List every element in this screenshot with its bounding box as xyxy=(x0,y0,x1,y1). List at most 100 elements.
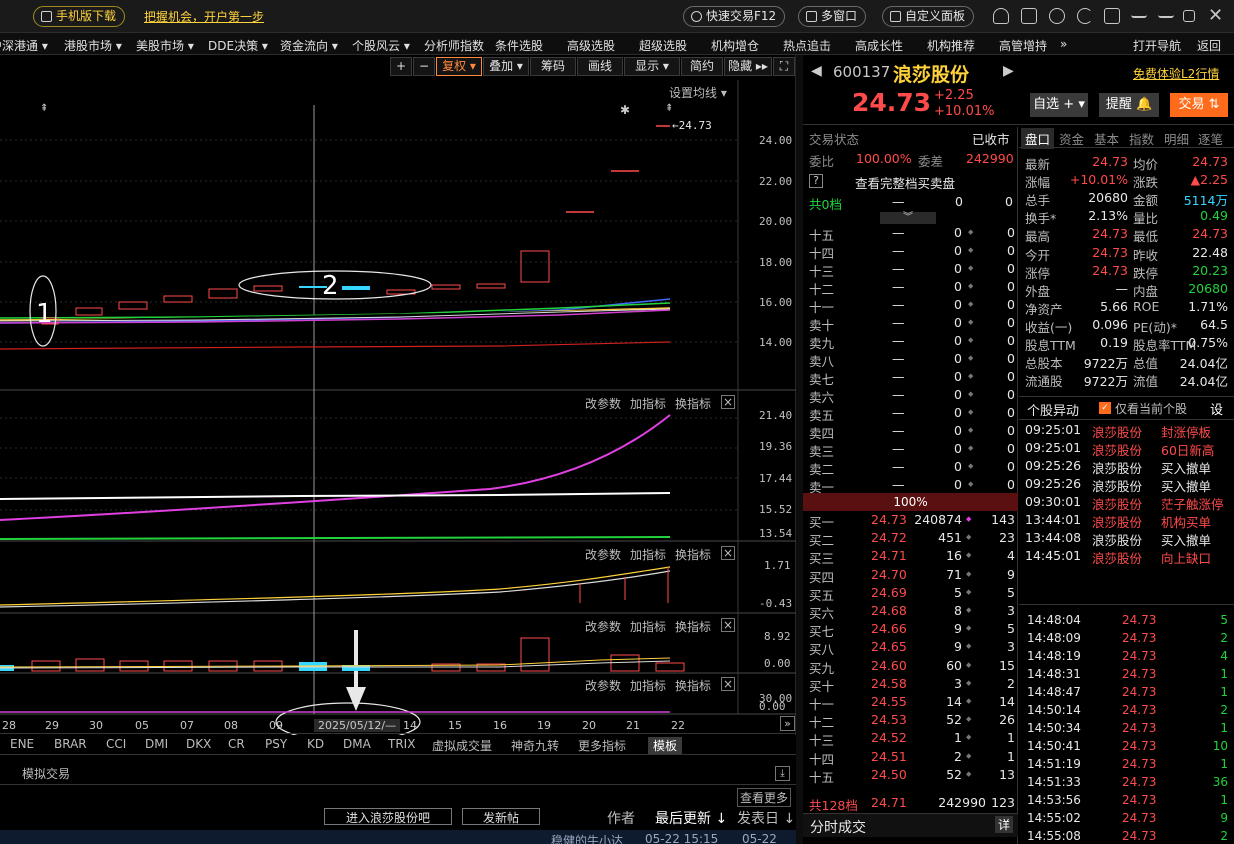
indicator-tab[interactable]: TRIX xyxy=(388,737,415,751)
nav-item[interactable]: 个股风云 ▾ xyxy=(352,37,410,54)
change-param-button[interactable]: 改参数 xyxy=(585,395,621,412)
nav-item[interactable]: 热点追击 xyxy=(783,37,831,54)
nav-item[interactable]: 美股市场 ▾ xyxy=(136,37,194,54)
chips-button[interactable]: 筹码 xyxy=(530,57,576,76)
see-more-button[interactable]: 查看更多 xyxy=(737,788,792,807)
switch-indicator-button[interactable]: 换指标 xyxy=(675,546,711,563)
post-date-column[interactable]: 发表日 ↓ xyxy=(737,808,795,828)
full-book-link[interactable]: 查看完整档买卖盘 xyxy=(855,173,955,192)
indicator-tab[interactable]: 更多指标 xyxy=(578,737,626,754)
skin-icon[interactable] xyxy=(1104,8,1120,24)
user-icon[interactable] xyxy=(993,8,1009,24)
new-post-button[interactable]: 发新帖 xyxy=(462,808,540,825)
simple-button[interactable]: 简约 xyxy=(681,57,723,76)
nav-more[interactable]: » xyxy=(1060,37,1067,51)
indicator-tab[interactable]: DMI xyxy=(145,737,168,751)
switch-indicator-button[interactable]: 换指标 xyxy=(675,395,711,412)
hide-button[interactable]: 隐藏 ▸▸ xyxy=(724,57,772,76)
fenshi-detail-button[interactable]: 详 xyxy=(995,816,1014,833)
tab-tick[interactable]: 逐笔 xyxy=(1198,129,1223,148)
tab-basic[interactable]: 基本 xyxy=(1094,129,1119,148)
tab-pankou[interactable]: 盘口 xyxy=(1021,128,1055,149)
nav-item[interactable]: 超级选股 xyxy=(639,37,687,54)
quick-trade-button[interactable]: 快速交易F12 xyxy=(683,6,786,27)
event-marker-icon[interactable]: ⇞ xyxy=(665,103,673,114)
restore-icon[interactable] xyxy=(1183,10,1195,22)
nav-item[interactable]: 机构增仓 xyxy=(711,37,759,54)
change-param-button[interactable]: 改参数 xyxy=(585,546,621,563)
nav-item[interactable]: 高级选股 xyxy=(567,37,615,54)
indicator-tab[interactable]: 神奇九转 xyxy=(511,737,559,754)
star-marker-icon[interactable]: ✱ xyxy=(620,103,630,117)
nav-item[interactable]: 条件选股 xyxy=(495,37,543,54)
nav-item[interactable]: DDE决策 ▾ xyxy=(208,37,268,54)
refresh-icon[interactable] xyxy=(1077,8,1093,24)
l2-trial-link[interactable]: 免费体验L2行情 xyxy=(1133,65,1219,82)
only-current-label[interactable]: 仅看当前个股 xyxy=(1115,400,1187,417)
minimize-small-icon[interactable] xyxy=(1131,8,1147,18)
add-indicator-button[interactable]: 加指标 xyxy=(630,677,666,694)
prev-stock-icon[interactable]: ◀ xyxy=(811,63,822,79)
help-icon[interactable]: ? xyxy=(809,174,823,188)
multi-window-button[interactable]: 多窗口 xyxy=(798,6,867,27)
draw-line-button[interactable]: 画线 xyxy=(577,57,623,76)
download-icon[interactable]: ⤓ xyxy=(775,766,790,781)
indicator-tab-template[interactable]: 模板 xyxy=(648,737,683,754)
events-settings-button[interactable]: 设 xyxy=(1210,399,1223,418)
indicator-tab[interactable]: CCI xyxy=(106,737,126,751)
checkbox-icon[interactable]: ✓ xyxy=(1099,402,1111,414)
nav-item[interactable]: 资金流向 ▾ xyxy=(280,37,338,54)
trade-button[interactable]: 交易 ⇅ xyxy=(1170,93,1228,117)
indicator-tab[interactable]: BRAR xyxy=(54,737,87,751)
nav-item[interactable]: 沪深港通 ▾ xyxy=(0,37,48,54)
events-title[interactable]: 个股异动 xyxy=(1027,400,1079,419)
switch-indicator-button[interactable]: 换指标 xyxy=(675,618,711,635)
close-panel-icon[interactable]: × xyxy=(721,395,735,409)
indicator-tab[interactable]: DMA xyxy=(343,737,371,751)
close-panel-icon[interactable]: × xyxy=(721,546,735,560)
nav-item[interactable]: 港股市场 ▾ xyxy=(64,37,122,54)
tab-detail[interactable]: 明细 xyxy=(1164,129,1189,148)
nav-item[interactable]: 高管增持 xyxy=(999,37,1047,54)
indicator-tab[interactable]: PSY xyxy=(265,737,287,751)
kline-chart-area[interactable]: + − 复权 ▾ 叠加 ▾ 筹码 画线 显示 ▾ 简约 隐藏 ▸▸ ⛶ 设置均线… xyxy=(0,55,796,735)
tab-index[interactable]: 指数 xyxy=(1129,129,1154,148)
collapse-icon[interactable]: ︾ xyxy=(880,212,936,224)
open-nav-button[interactable]: 打开导航 xyxy=(1133,37,1181,54)
sim-trade-tab[interactable]: 模拟交易 xyxy=(22,765,70,782)
add-indicator-button[interactable]: 加指标 xyxy=(630,546,666,563)
indicator-tab[interactable]: KD xyxy=(307,737,324,751)
ma-setting-button[interactable]: 设置均线 ▾ xyxy=(669,84,727,101)
promo-link[interactable]: 把握机会，开户第一步 xyxy=(144,8,264,25)
search-icon[interactable] xyxy=(1049,8,1065,24)
display-button[interactable]: 显示 ▾ xyxy=(624,57,680,76)
change-param-button[interactable]: 改参数 xyxy=(585,677,621,694)
overlay-button[interactable]: 叠加 ▾ xyxy=(483,57,529,76)
zoom-out-button[interactable]: − xyxy=(413,57,435,76)
custom-panel-button[interactable]: 自定义面板 xyxy=(882,6,975,27)
back-button[interactable]: 返回 xyxy=(1197,37,1221,54)
mail-icon[interactable] xyxy=(1021,8,1037,24)
add-watchlist-button[interactable]: 自选 + ▾ xyxy=(1030,93,1088,117)
nav-item[interactable]: 分析师指数 xyxy=(424,37,484,54)
alert-button[interactable]: 提醒 🔔 xyxy=(1099,93,1159,117)
fenshi-title[interactable]: 分时成交 xyxy=(810,817,866,837)
event-marker-icon[interactable]: ⇞ xyxy=(40,103,48,114)
splitter[interactable] xyxy=(796,55,803,844)
fullscreen-button[interactable]: ⛶ xyxy=(773,57,795,76)
indicator-tab[interactable]: ENE xyxy=(10,737,34,751)
enter-forum-button[interactable]: 进入浪莎股份吧 xyxy=(324,808,452,825)
next-stock-icon[interactable]: ▶ xyxy=(1003,63,1014,79)
indicator-tab[interactable]: CR xyxy=(228,737,245,751)
minimize-icon[interactable] xyxy=(1158,8,1174,18)
close-icon[interactable]: ✕ xyxy=(1208,5,1223,26)
indicator-tab[interactable]: DKX xyxy=(186,737,211,751)
tab-funds[interactable]: 资金 xyxy=(1059,129,1084,148)
add-indicator-button[interactable]: 加指标 xyxy=(630,395,666,412)
nav-item[interactable]: 机构推荐 xyxy=(927,37,975,54)
add-indicator-button[interactable]: 加指标 xyxy=(630,618,666,635)
change-param-button[interactable]: 改参数 xyxy=(585,618,621,635)
last-update-column[interactable]: 最后更新 ↓ xyxy=(655,808,727,828)
mobile-download-button[interactable]: 手机版下载 xyxy=(33,6,126,27)
fuquan-button[interactable]: 复权 ▾ xyxy=(436,57,482,76)
